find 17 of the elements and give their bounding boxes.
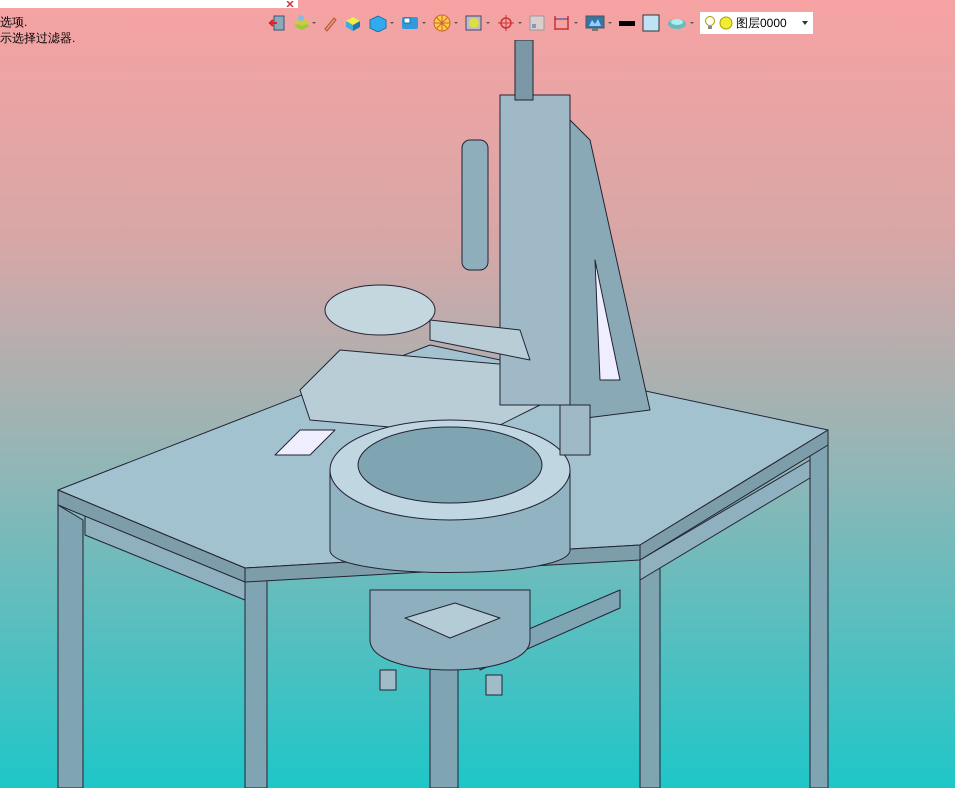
prompt-line: 示选择过滤器. [0,30,76,46]
color-swatch-icon[interactable] [642,14,660,32]
crosshair-icon[interactable] [496,14,522,32]
dimension-icon[interactable] [552,14,578,32]
import-icon[interactable] [268,14,286,32]
dropdown-caret-icon [801,20,809,26]
circle-icon [719,16,733,30]
shaded-box-icon[interactable] [400,14,426,32]
prompt-line: 选项. [0,14,28,30]
layer-dropdown[interactable]: 图层0000 [700,12,813,34]
close-icon[interactable] [286,1,294,7]
framed-sphere-icon[interactable] [464,14,490,32]
layer-value: 图层0000 [736,15,787,32]
block-icon[interactable] [344,14,362,32]
monitor-icon[interactable] [584,14,612,32]
lightbulb-icon [704,15,716,31]
cube-icon[interactable] [368,14,394,32]
